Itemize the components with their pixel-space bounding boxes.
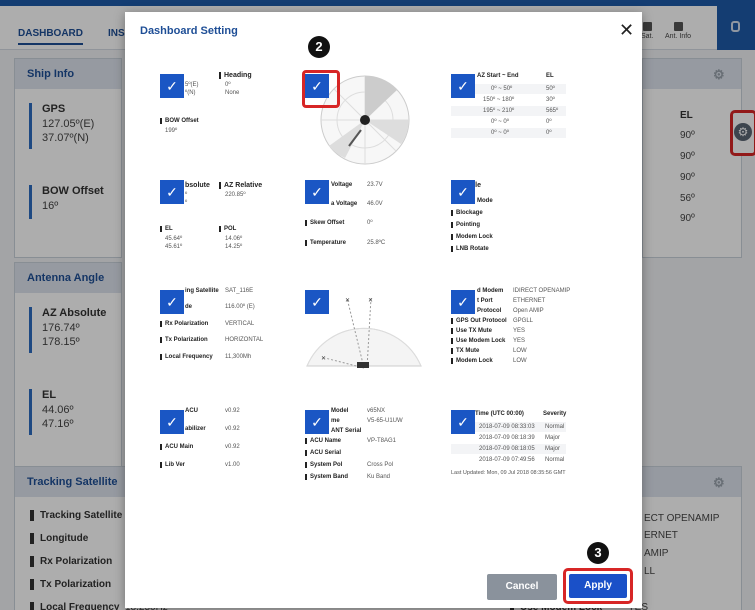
checkbox-az-range[interactable]: ✓ [451,74,475,98]
card-az-absolute: ✓ bsolute º º AZ Relative 220.85º EL 45.… [157,178,275,278]
table-row: 2018-07-09 07:49:56 Normal [451,455,566,465]
card-heading: ✓ 5º(E) º(N) Heading 0º None BOW Offset … [157,68,275,168]
checkbox-modem[interactable]: ✓ [451,290,475,314]
card-az-range: ✓ AZ Start ~ End EL 0º ~ 50º 50º 150º ~ 1… [451,68,575,168]
close-icon[interactable]: ✕ [619,20,634,41]
svg-text:✕: ✕ [321,356,326,362]
checkbox-antenna-diagram[interactable]: ✓ [305,74,329,98]
checkbox-heading[interactable]: ✓ [160,74,184,98]
apply-button[interactable]: Apply [569,574,627,598]
table-row: 0º ~ 0º 0º [451,117,566,127]
dashboard-setting-dialog: Dashboard Setting ✕ ✓ 5º(E) º(N) Heading… [125,12,642,608]
apply-highlight: Apply [563,568,633,604]
card-modes: ✓ able Mode Blockage Pointing Modem Lock… [451,178,569,278]
svg-text:✕: ✕ [368,298,373,304]
checkbox-voltage[interactable]: ✓ [305,180,329,204]
svg-text:✕: ✕ [345,298,350,304]
checkbox-event-log[interactable]: ✓ [451,410,475,434]
card-voltage: ✓ Voltage 23.7V a Voltage 46.0V Skew Off… [305,178,423,278]
checkbox-acu-version[interactable]: ✓ [160,410,184,434]
card-antenna-diagram: ✓ [305,68,423,178]
card-acu-version: ✓ ACU v0.92 abilizer v0.92 ACU Main v0.9… [157,408,275,498]
card-system-info: ✓ Model v65NX me V5-65-U1UW ANT Serial A… [305,408,423,498]
table-row: 195º ~ 210º 565º [451,106,566,116]
checkbox-beam-diagram[interactable]: ✓ [305,290,329,314]
step-badge-3: 3 [587,542,609,564]
card-modem: ✓ d Modem IDIRECT OPENAMIP t Port ETHERN… [451,288,575,388]
checkbox-modes[interactable]: ✓ [451,180,475,204]
checkbox-system-info[interactable]: ✓ [305,410,329,434]
table-row: 2018-07-09 08:18:39 Major [451,433,566,443]
table-row: 2018-07-09 08:18:05 Major [451,444,566,454]
step-badge-2: 2 [308,36,330,58]
card-tracking-satellite: ✓ ing Satellite SAT_116E de 116.00º (E) … [157,288,275,388]
checkbox-tracking-satellite[interactable]: ✓ [160,290,184,314]
card-beam-diagram: ✓ ✕ ✕ ✕ [305,288,423,388]
dialog-title: Dashboard Setting [140,25,238,37]
card-event-log: ✓ Time (UTC 00:00) Severity 2018-07-09 0… [451,410,567,476]
table-row: 0º ~ 0º 0º [451,128,566,138]
checkbox-az-absolute[interactable]: ✓ [160,180,184,204]
cancel-button[interactable]: Cancel [487,574,557,600]
